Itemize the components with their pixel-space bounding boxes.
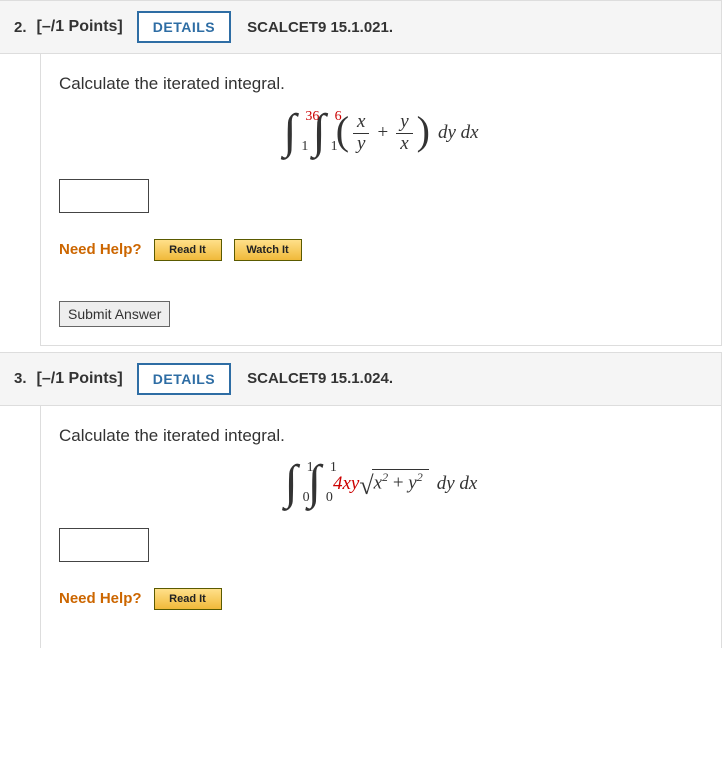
question-points: [–/1 Points]	[37, 18, 123, 36]
answer-input[interactable]	[59, 179, 149, 213]
question-body: Calculate the iterated integral. ∫ 36 1 …	[40, 54, 722, 287]
question-header: 2. [–/1 Points] DETAILS SCALCET9 15.1.02…	[0, 0, 722, 54]
submit-bar: Submit Answer	[40, 287, 722, 346]
question-header: 3. [–/1 Points] DETAILS SCALCET9 15.1.02…	[0, 352, 722, 406]
integral-expression: ∫ 36 1 ∫ 6 1 ( x y + y x ) dy dx	[59, 112, 703, 155]
outer-lower-bound: 1	[301, 139, 308, 155]
question-body: Calculate the iterated integral. ∫ 1 0 ∫…	[40, 406, 722, 636]
inner-lower-bound: 0	[326, 490, 333, 506]
read-it-button[interactable]: Read It	[154, 239, 222, 261]
read-it-button[interactable]: Read It	[154, 588, 222, 610]
question-prompt: Calculate the iterated integral.	[59, 74, 703, 94]
submit-answer-button[interactable]: Submit Answer	[59, 301, 170, 327]
question-reference: SCALCET9 15.1.021.	[247, 19, 393, 36]
need-help-label: Need Help?	[59, 241, 142, 258]
question-number: 2.	[14, 19, 27, 36]
question-number: 3.	[14, 370, 27, 387]
integral-expression: ∫ 1 0 ∫ 1 0 4xy √ x2 + y2 dy dx	[59, 464, 703, 504]
details-button[interactable]: DETAILS	[137, 363, 231, 395]
question-reference: SCALCET9 15.1.024.	[247, 370, 393, 387]
need-help-label: Need Help?	[59, 590, 142, 607]
details-button[interactable]: DETAILS	[137, 11, 231, 43]
inner-upper-bound: 1	[330, 460, 337, 476]
question-points: [–/1 Points]	[37, 370, 123, 388]
question-prompt: Calculate the iterated integral.	[59, 426, 703, 446]
watch-it-button[interactable]: Watch It	[234, 239, 302, 261]
answer-input[interactable]	[59, 528, 149, 562]
